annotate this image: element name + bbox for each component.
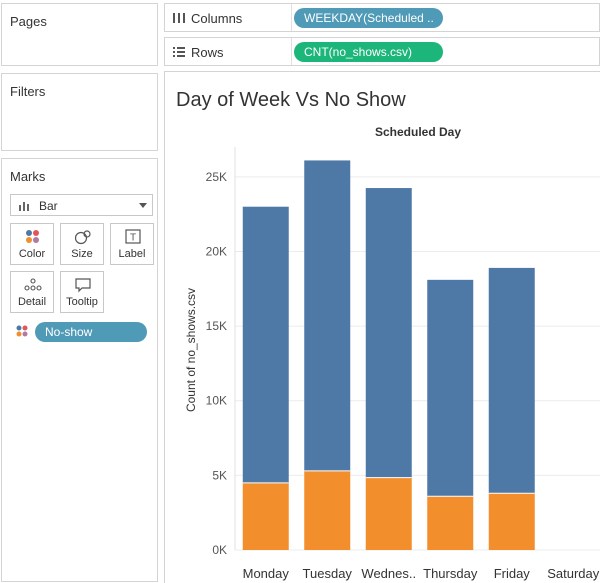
filters-panel[interactable]: Filters: [1, 73, 158, 151]
rows-shelf[interactable]: Rows CNT(no_shows.csv): [164, 37, 600, 66]
detail-button[interactable]: Detail: [10, 271, 54, 313]
count-rows-pill[interactable]: CNT(no_shows.csv): [294, 42, 443, 62]
color-dots-icon: [26, 230, 39, 243]
bar-segment-no-show-no: [242, 206, 289, 483]
bar-segment-no-show-yes: [427, 496, 474, 550]
bar-segment-no-show-yes: [365, 477, 412, 550]
columns-label: Columns: [191, 11, 243, 26]
x-tick-label: Saturday: [547, 566, 600, 581]
bar-segment-no-show-no: [304, 160, 351, 471]
y-tick-label: 10K: [206, 394, 227, 408]
no-show-color-pill[interactable]: No-show: [35, 322, 147, 342]
pages-title: Pages: [10, 14, 47, 29]
x-tick-label: Friday: [494, 566, 531, 581]
size-button-label: Size: [71, 248, 93, 260]
filters-title: Filters: [10, 84, 46, 99]
y-tick-label: 15K: [206, 319, 227, 333]
bar-segment-no-show-yes: [242, 482, 289, 550]
marks-title: Marks: [10, 169, 46, 184]
bar-chart: 0K 5K 10K 15K 20K 25K Scheduled Day Count of no…: [184, 125, 600, 581]
color-button-label: Color: [18, 248, 46, 260]
chevron-down-icon: [139, 203, 147, 208]
y-tick-label: 5K: [212, 468, 227, 482]
weekday-column-pill[interactable]: WEEKDAY(Scheduled ..: [294, 8, 443, 28]
pages-panel: Pages: [1, 3, 158, 66]
marks-panel: Marks Bar Color Size T Label Detail Tool…: [1, 158, 158, 582]
x-tick-label: Thursday: [423, 566, 478, 581]
columns-shelf[interactable]: Columns WEEKDAY(Scheduled ..: [164, 3, 600, 32]
bar-segment-no-show-yes: [488, 493, 535, 550]
rows-label: Rows: [191, 45, 224, 60]
x-tick-label: Monday: [243, 566, 290, 581]
y-tick-label: 20K: [206, 244, 227, 258]
y-tick-label: 25K: [206, 170, 227, 184]
text-label-icon: T: [125, 229, 141, 244]
tooltip-bubble-icon: [75, 278, 91, 293]
shelf-divider: [291, 4, 292, 31]
svg-text:T: T: [130, 233, 136, 244]
viz-area: Day of Week Vs No Show 0K 5K 10K 15K 20K 25K S…: [164, 71, 600, 583]
mark-type-dropdown[interactable]: Bar: [10, 194, 153, 216]
columns-icon: [173, 13, 185, 23]
detail-dots-icon: [24, 278, 42, 291]
x-tick-label: Tuesday: [303, 566, 353, 581]
bar-segment-no-show-no: [365, 188, 412, 478]
shelf-divider: [291, 38, 292, 65]
bar-segment-no-show-no: [427, 279, 474, 497]
color-dots-icon: [16, 325, 28, 337]
rows-icon: [173, 47, 185, 57]
size-button[interactable]: Size: [60, 223, 104, 265]
bar-segment-no-show-yes: [304, 470, 351, 550]
mark-type-label: Bar: [39, 199, 58, 213]
label-button[interactable]: T Label: [110, 223, 154, 265]
tooltip-button[interactable]: Tooltip: [60, 271, 104, 313]
detail-button-label: Detail: [17, 296, 47, 308]
x-tick-label: Wednes..: [361, 566, 416, 581]
color-button[interactable]: Color: [10, 223, 54, 265]
y-axis-label: Count of no_shows.csv: [184, 288, 198, 412]
column-header: Scheduled Day: [375, 125, 461, 139]
size-circles-icon: [74, 230, 91, 245]
label-button-label: Label: [118, 248, 146, 260]
y-tick-label: 0K: [212, 543, 227, 557]
tooltip-button-label: Tooltip: [66, 296, 98, 308]
bar-chart-icon: [19, 202, 29, 211]
bar-segment-no-show-no: [488, 267, 535, 494]
